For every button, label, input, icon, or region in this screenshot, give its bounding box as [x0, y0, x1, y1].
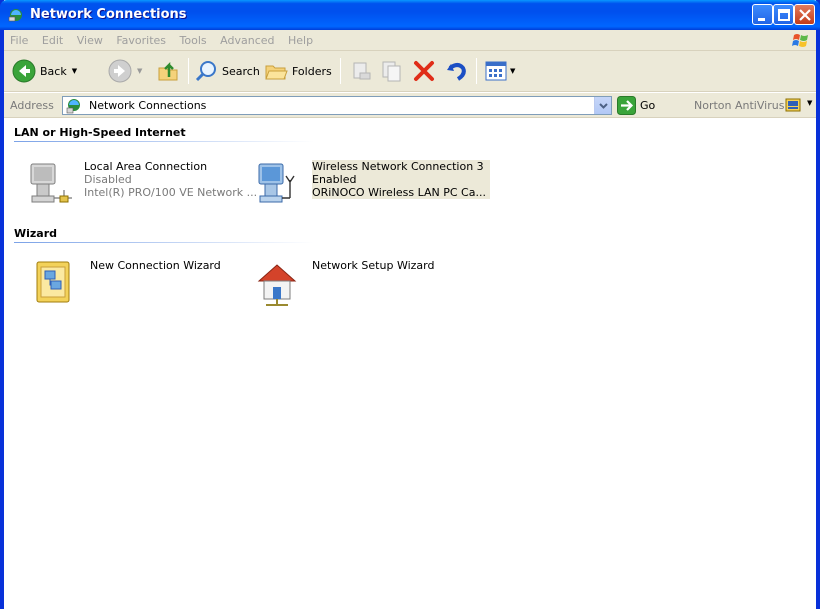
connection-name: Local Area Connection	[84, 160, 208, 173]
network-setup-wizard-item[interactable]: Network Setup Wizard	[256, 259, 456, 309]
folders-label: Folders	[292, 64, 332, 78]
menu-advanced[interactable]: Advanced	[220, 30, 274, 47]
undo-button[interactable]	[444, 57, 468, 85]
connection-device: ORiNOCO Wireless LAN PC Ca...	[312, 186, 486, 199]
move-to-button[interactable]	[350, 57, 374, 85]
chevron-down-icon	[599, 103, 608, 109]
norton-antivirus-label[interactable]: Norton AntiVirus	[694, 99, 784, 112]
forward-arrow-icon	[108, 59, 132, 83]
new-connection-wizard-item[interactable]: New Connection Wizard	[34, 259, 234, 309]
back-button[interactable]: Back ▼	[12, 57, 77, 85]
wireless-connection-icon	[258, 163, 295, 203]
standard-toolbar: Back ▼ ▼ Search Folders ▼	[4, 51, 816, 92]
close-button[interactable]	[794, 4, 815, 25]
forward-button[interactable]: ▼	[108, 57, 142, 85]
connection-status: Disabled	[84, 173, 132, 186]
close-icon	[799, 9, 811, 21]
new-connection-wizard-icon	[36, 261, 70, 303]
address-dropdown-button[interactable]	[594, 97, 611, 114]
windows-logo-icon	[792, 34, 808, 47]
views-dropdown-icon[interactable]: ▼	[510, 67, 515, 75]
back-dropdown-icon[interactable]: ▼	[72, 67, 77, 75]
connection-name: Wireless Network Connection 3	[312, 160, 484, 173]
network-setup-wizard-icon	[257, 264, 297, 306]
window-title: Network Connections	[30, 7, 187, 22]
file-view: LAN or High-Speed Internet Local Area Co…	[4, 119, 816, 609]
folders-icon	[265, 65, 288, 80]
back-arrow-icon	[12, 59, 36, 83]
wizard-name: Network Setup Wizard	[312, 259, 435, 272]
undo-icon	[447, 63, 466, 81]
local-area-connection-item[interactable]: Local Area Connection Disabled Intel(R) …	[28, 160, 258, 210]
group-header-wizard: Wizard	[14, 227, 58, 240]
copy-to-button[interactable]	[380, 57, 404, 85]
search-icon	[195, 61, 216, 82]
search-button[interactable]: Search	[194, 57, 260, 85]
go-button[interactable]: Go	[617, 96, 655, 115]
network-connections-window: Network Connections File Edit View Favor…	[0, 0, 820, 609]
folders-button[interactable]: Folders	[264, 57, 332, 85]
menu-edit[interactable]: Edit	[42, 30, 63, 47]
norton-dropdown-icon[interactable]: ▼	[807, 99, 812, 107]
network-connections-icon	[66, 99, 80, 114]
maximize-icon	[778, 9, 790, 21]
go-label: Go	[640, 99, 656, 112]
network-setup-wizard-text: Network Setup Wizard	[312, 259, 434, 272]
address-field[interactable]: Network Connections	[62, 96, 612, 115]
connection-status: Enabled	[312, 173, 357, 186]
menu-bar: File Edit View Favorites Tools Advanced …	[4, 30, 816, 51]
norton-antivirus-icon[interactable]	[785, 97, 801, 113]
up-folder-icon	[158, 61, 178, 81]
toolbar-separator	[476, 58, 477, 84]
menu-tools[interactable]: Tools	[180, 30, 207, 47]
menu-file[interactable]: File	[10, 30, 28, 47]
delete-button[interactable]	[412, 57, 436, 85]
lan-connection-icon	[30, 163, 72, 203]
group-divider	[14, 141, 314, 142]
address-value: Network Connections	[89, 99, 207, 112]
connection-device: Intel(R) PRO/100 VE Network ...	[84, 186, 258, 199]
minimize-icon	[758, 18, 765, 21]
copy-to-icon	[382, 61, 401, 82]
views-icon	[485, 61, 507, 81]
up-folder-button[interactable]	[156, 57, 180, 85]
wizard-name: New Connection Wizard	[90, 259, 221, 272]
move-to-icon	[353, 62, 371, 80]
toolbar-separator	[188, 58, 189, 84]
network-connections-icon	[8, 9, 22, 22]
maximize-button[interactable]	[773, 4, 794, 25]
menu-help[interactable]: Help	[288, 30, 313, 47]
menu-view[interactable]: View	[77, 30, 103, 47]
new-connection-wizard-text: New Connection Wizard	[90, 259, 221, 272]
minimize-button[interactable]	[752, 4, 773, 25]
forward-dropdown-icon[interactable]: ▼	[137, 67, 142, 75]
group-header-lan: LAN or High-Speed Internet	[14, 126, 186, 139]
toolbar-separator	[340, 58, 341, 84]
local-area-connection-text: Local Area Connection Disabled Intel(R) …	[84, 160, 257, 199]
menu-favorites[interactable]: Favorites	[116, 30, 166, 47]
address-label: Address	[10, 99, 54, 112]
views-button[interactable]: ▼	[484, 57, 515, 85]
title-bar[interactable]: Network Connections	[0, 0, 820, 30]
back-label: Back	[40, 64, 67, 78]
address-bar: Address Network Connections Go Norton An…	[4, 93, 816, 118]
wireless-network-connection-item[interactable]: Wireless Network Connection 3 Enabled OR…	[256, 160, 490, 210]
delete-icon	[414, 61, 434, 81]
wireless-network-connection-text: Wireless Network Connection 3 Enabled OR…	[312, 160, 490, 199]
group-divider	[14, 242, 314, 243]
search-label: Search	[222, 64, 260, 78]
go-arrow-icon	[617, 96, 636, 115]
